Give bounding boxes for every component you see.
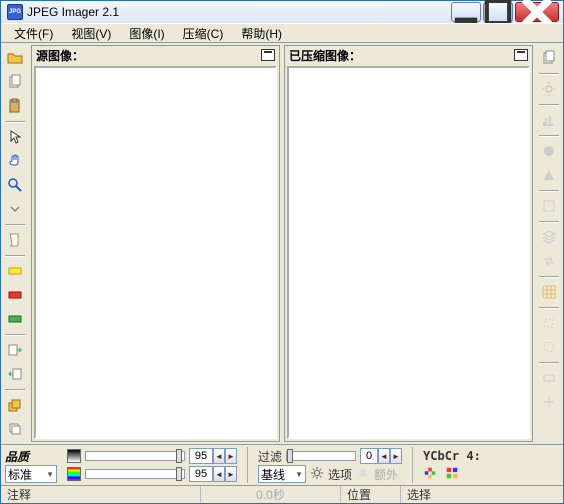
compressed-canvas[interactable]	[287, 66, 530, 439]
maximize-pane-icon[interactable]	[514, 49, 528, 61]
preset-value: 标准	[8, 466, 32, 483]
extra-label: 额外	[374, 466, 398, 483]
paste-icon[interactable]	[3, 95, 27, 117]
spin-up-icon[interactable]: ►	[390, 448, 402, 464]
export-right-icon[interactable]	[3, 339, 27, 361]
brightness-icon[interactable]	[537, 78, 561, 100]
minimize-button[interactable]	[451, 2, 481, 22]
app-icon	[7, 4, 23, 20]
quality-spin[interactable]	[189, 448, 213, 464]
maximize-pane-icon[interactable]	[261, 49, 275, 61]
adjust-icon[interactable]	[537, 195, 561, 217]
circle-icon[interactable]	[537, 140, 561, 162]
export-left-icon[interactable]	[3, 363, 27, 385]
menu-compress[interactable]: 压缩(C)	[180, 24, 227, 43]
menubar: 文件(F) 视图(V) 图像(I) 压缩(C) 帮助(H)	[1, 23, 563, 43]
spin-down-icon[interactable]: ◄	[213, 448, 225, 464]
source-pane-title: 源图像：	[36, 47, 84, 64]
bottom-panel: 品质 标准▼ ◄► ◄►	[1, 444, 563, 485]
compressed-pane: 已压缩图像：	[284, 45, 533, 442]
quality-label: 品质	[5, 448, 29, 465]
batch-icon[interactable]	[3, 394, 27, 416]
spin-down-icon[interactable]: ◄	[213, 466, 225, 482]
color-swatch-icon[interactable]	[67, 467, 81, 481]
filter-label: 过滤	[258, 448, 282, 465]
preset-combo[interactable]: 标准▼	[5, 465, 57, 483]
stack-icon[interactable]	[3, 418, 27, 440]
zoom-icon[interactable]	[3, 174, 27, 196]
source-canvas[interactable]	[34, 66, 277, 439]
baseline-value: 基线	[261, 466, 285, 483]
filter-slider[interactable]	[286, 451, 356, 461]
status-time: 0.0秒	[201, 486, 341, 503]
tool-red-icon[interactable]	[3, 284, 27, 306]
open-file-icon[interactable]	[3, 47, 27, 69]
copy-icon[interactable]	[3, 71, 27, 93]
colorspace-label: YCbCr 4:	[423, 449, 481, 463]
setting-d-icon[interactable]	[537, 391, 561, 413]
status-position-label: 位置	[341, 486, 401, 503]
spin-up-icon[interactable]: ►	[225, 448, 237, 464]
setting-a-icon[interactable]	[537, 312, 561, 334]
right-toolbar	[535, 43, 563, 444]
status-select-label: 选择	[401, 486, 563, 503]
pointer-icon[interactable]	[3, 126, 27, 148]
titlebar[interactable]: JPEG Imager 2.1	[1, 1, 563, 23]
window-title: JPEG Imager 2.1	[27, 5, 451, 19]
layers-icon[interactable]	[537, 226, 561, 248]
compressed-pane-title: 已压缩图像：	[289, 47, 361, 64]
extra-icon	[356, 466, 370, 483]
menu-help[interactable]: 帮助(H)	[238, 24, 285, 43]
menu-file[interactable]: 文件(F)	[11, 24, 56, 43]
color-slider[interactable]	[85, 469, 185, 479]
grayscale-swatch-icon[interactable]	[67, 449, 81, 463]
dropdown-indicator-icon[interactable]	[3, 198, 27, 220]
workarea: 源图像： 已压缩图像：	[1, 43, 563, 444]
source-pane: 源图像：	[31, 45, 280, 442]
histogram-icon[interactable]	[537, 109, 561, 131]
color-spin[interactable]	[189, 466, 213, 482]
setting-c-icon[interactable]	[537, 367, 561, 389]
center-area: 源图像： 已压缩图像：	[29, 43, 535, 444]
sampling-b-icon[interactable]	[445, 466, 459, 483]
gear-icon[interactable]	[310, 466, 324, 483]
copy-result-icon[interactable]	[537, 47, 561, 69]
quality-slider[interactable]	[85, 451, 185, 461]
tool-green-icon[interactable]	[3, 308, 27, 330]
spin-down-icon[interactable]: ◄	[378, 448, 390, 464]
script-icon[interactable]	[3, 229, 27, 251]
menu-image[interactable]: 图像(I)	[126, 24, 167, 43]
sampling-a-icon[interactable]	[423, 466, 437, 483]
setting-b-icon[interactable]	[537, 336, 561, 358]
swap-icon[interactable]	[537, 250, 561, 272]
left-toolbar	[1, 43, 29, 444]
statusbar: 注释 0.0秒 位置 选择	[1, 485, 563, 503]
close-button[interactable]	[515, 2, 559, 22]
triangle-icon[interactable]	[537, 164, 561, 186]
spin-up-icon[interactable]: ►	[225, 466, 237, 482]
baseline-combo[interactable]: 基线▼	[258, 465, 306, 483]
app-window: JPEG Imager 2.1 文件(F) 视图(V) 图像(I) 压缩(C) …	[0, 0, 564, 504]
hand-icon[interactable]	[3, 150, 27, 172]
tool-yellow-icon[interactable]	[3, 260, 27, 282]
maximize-button[interactable]	[483, 2, 513, 22]
options-button[interactable]: 选项	[328, 466, 352, 483]
grid-icon[interactable]	[537, 281, 561, 303]
menu-view[interactable]: 视图(V)	[68, 24, 114, 43]
filter-spin[interactable]	[360, 448, 378, 464]
status-comment: 注释	[1, 486, 201, 503]
